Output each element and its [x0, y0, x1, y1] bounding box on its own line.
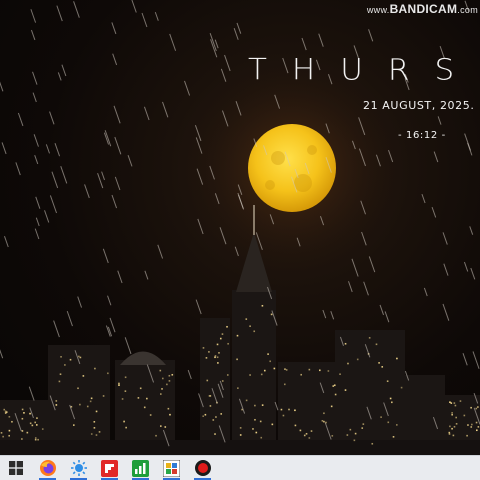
- start-button[interactable]: [0, 456, 32, 480]
- bandicam-watermark: www.BANDICAM.com: [367, 2, 478, 16]
- weather-app-icon: [70, 460, 87, 476]
- taskbar-firefox[interactable]: [32, 456, 63, 480]
- windows-start-icon: [9, 461, 23, 475]
- watermark-suffix: .com: [457, 5, 478, 15]
- date-label: 21 AUGUST, 2025.: [363, 99, 475, 112]
- flipboard-icon: [101, 459, 118, 477]
- moon: [248, 124, 336, 212]
- taskbar-weather[interactable]: [63, 456, 94, 480]
- watermark-prefix: www.: [366, 5, 390, 15]
- taskbar-bandicam[interactable]: [187, 456, 218, 480]
- watermark-brand: BANDICAM: [389, 2, 458, 16]
- chart-app-icon: [132, 459, 149, 477]
- bandicam-record-icon: [194, 460, 211, 476]
- taskbar-flipboard[interactable]: [94, 456, 125, 480]
- firefox-icon: [39, 460, 56, 476]
- taskbar-photos[interactable]: [156, 456, 187, 480]
- time-label: - 16:12 -: [398, 130, 446, 141]
- desktop-wallpaper: www.BANDICAM.com THURSDAY 21 AUGUST, 202…: [0, 0, 480, 455]
- photos-app-icon: [163, 459, 180, 477]
- taskbar: [0, 455, 480, 480]
- taskbar-chart-app[interactable]: [125, 456, 156, 480]
- day-of-week: THURSDAY: [248, 52, 480, 88]
